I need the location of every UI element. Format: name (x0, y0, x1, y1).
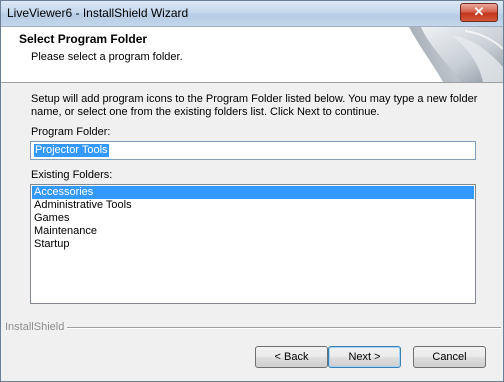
next-button[interactable]: Next > (328, 346, 401, 368)
list-item[interactable]: Games (32, 212, 474, 225)
title-bar[interactable]: LiveViewer6 - InstallShield Wizard ✕ (1, 1, 503, 27)
program-folder-input[interactable]: Projector Tools (30, 141, 476, 160)
list-item[interactable]: Startup (32, 238, 474, 251)
existing-folders-list[interactable]: Accessories Administrative Tools Games M… (30, 184, 476, 304)
existing-folders-label: Existing Folders: (31, 169, 113, 181)
list-item[interactable]: Administrative Tools (32, 199, 474, 212)
instructions-text: Setup will add program icons to the Prog… (31, 93, 478, 118)
page-title: Select Program Folder (19, 32, 148, 46)
installshield-brand: InstallShield (5, 321, 65, 333)
back-button[interactable]: < Back (255, 346, 328, 368)
page-curl-graphic (409, 27, 503, 82)
list-item[interactable]: Maintenance (32, 225, 474, 238)
cancel-button[interactable]: Cancel (413, 346, 486, 368)
page-subtitle: Please select a program folder. (31, 51, 183, 63)
close-button[interactable]: ✕ (460, 3, 498, 22)
brand-separator: InstallShield (1, 321, 503, 335)
program-folder-value: Projector Tools (34, 144, 109, 157)
close-icon: ✕ (473, 4, 485, 19)
window-title: LiveViewer6 - InstallShield Wizard (7, 6, 189, 20)
list-item[interactable]: Accessories (32, 186, 474, 199)
wizard-header: Select Program Folder Please select a pr… (1, 27, 503, 83)
program-folder-label: Program Folder: (31, 126, 111, 138)
installshield-wizard-window: LiveViewer6 - InstallShield Wizard ✕ Sel… (0, 0, 504, 382)
separator-line (67, 327, 501, 329)
